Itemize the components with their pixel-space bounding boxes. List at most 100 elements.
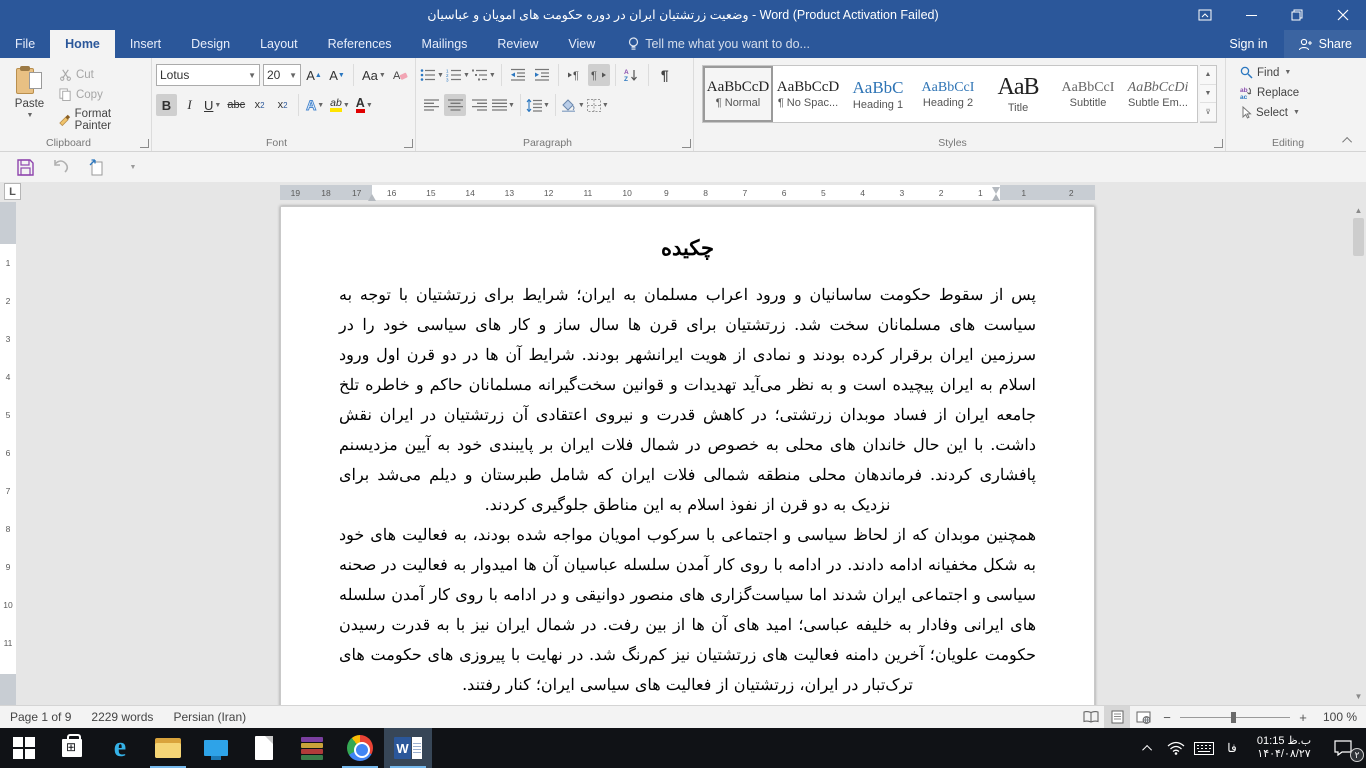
taskbar-this-pc[interactable] <box>192 728 240 768</box>
font-color-button[interactable]: A▼ <box>354 94 375 116</box>
page-content[interactable]: چکیده پس از سقوط حکومت ساسانیان و ورود ا… <box>281 207 1094 705</box>
borders-button[interactable]: ▼ <box>587 94 609 116</box>
shrink-font-button[interactable]: A▼ <box>327 64 347 86</box>
document-page[interactable]: چکیده پس از سقوط حکومت ساسانیان و ورود ا… <box>280 206 1095 705</box>
taskbar-word[interactable]: W <box>384 728 432 768</box>
save-button[interactable] <box>14 156 36 178</box>
collapse-ribbon-button[interactable] <box>1340 133 1356 147</box>
tab-design[interactable]: Design <box>176 30 245 58</box>
italic-button[interactable]: I <box>179 94 200 116</box>
restore-button[interactable] <box>1274 0 1320 30</box>
font-name-combo[interactable]: Lotus ▼ <box>156 64 260 86</box>
show-hide-formatting-button[interactable]: ¶ <box>654 64 676 86</box>
tab-stop-selector[interactable]: L <box>4 183 21 200</box>
style-title[interactable]: AaB Title <box>983 66 1053 122</box>
font-size-combo[interactable]: 20 ▼ <box>263 64 301 86</box>
cut-button[interactable]: Cut <box>55 66 147 83</box>
scrollbar-thumb[interactable] <box>1353 218 1364 256</box>
taskbar-store[interactable] <box>48 728 96 768</box>
document-paragraph[interactable]: همچنین موبدان که از لحاظ سیاسی و اجتماعی… <box>339 520 1036 700</box>
tab-layout[interactable]: Layout <box>245 30 313 58</box>
style-heading-2[interactable]: AaBbCcI Heading 2 <box>913 66 983 122</box>
style-normal[interactable]: AaBbCcD ¶ Normal <box>703 66 773 122</box>
numbering-button[interactable]: 123 ▼ <box>446 64 470 86</box>
taskbar-winrar[interactable] <box>288 728 336 768</box>
select-button[interactable]: Select ▼ <box>1236 104 1360 121</box>
format-painter-button[interactable]: Format Painter <box>55 106 147 134</box>
superscript-button[interactable]: x2 <box>272 94 293 116</box>
styles-scroll-up-button[interactable]: ▲ <box>1200 66 1216 85</box>
document-paragraph[interactable]: پس از سقوط حکومت ساسانیان و ورود اعراب م… <box>339 280 1036 520</box>
align-left-button[interactable] <box>420 94 442 116</box>
zoom-level[interactable]: 100 % <box>1314 710 1366 724</box>
style-subtitle[interactable]: AaBbCcI Subtitle <box>1053 66 1123 122</box>
taskbar-file-explorer[interactable] <box>144 728 192 768</box>
qat-customize-button[interactable]: ▼ <box>122 156 144 178</box>
subscript-button[interactable]: x2 <box>249 94 270 116</box>
indent-marker-right[interactable] <box>992 194 1000 201</box>
align-right-button[interactable] <box>468 94 490 116</box>
ribbon-display-options-button[interactable] <box>1182 0 1228 30</box>
justify-button[interactable]: ▼ <box>492 94 515 116</box>
minimize-button[interactable] <box>1228 0 1274 30</box>
multilevel-list-button[interactable]: ▼ <box>472 64 496 86</box>
share-button[interactable]: Share <box>1284 30 1366 58</box>
start-button[interactable] <box>0 728 48 768</box>
first-line-indent-marker[interactable] <box>992 187 1000 194</box>
language-indicator[interactable]: Persian (Iran) <box>163 706 256 729</box>
document-heading[interactable]: چکیده <box>339 235 1036 260</box>
underline-button[interactable]: U▼ <box>202 94 223 116</box>
shading-button[interactable]: ▼ <box>561 94 585 116</box>
word-count[interactable]: 2229 words <box>81 706 163 729</box>
tab-file[interactable]: File <box>0 30 50 58</box>
zoom-out-button[interactable]: − <box>1156 710 1178 725</box>
vertical-scrollbar[interactable]: ▲ ▼ <box>1351 202 1366 705</box>
tab-home[interactable]: Home <box>50 30 115 58</box>
read-mode-button[interactable] <box>1078 706 1104 729</box>
strikethrough-button[interactable]: abc <box>225 94 247 116</box>
increase-indent-button[interactable] <box>531 64 553 86</box>
styles-gallery-more-button[interactable]: ⊽ <box>1200 103 1216 122</box>
decrease-indent-button[interactable] <box>507 64 529 86</box>
tab-review[interactable]: Review <box>482 30 553 58</box>
copy-button[interactable]: Copy <box>55 86 147 103</box>
page-indicator[interactable]: Page 1 of 9 <box>0 706 81 729</box>
zoom-slider-thumb[interactable] <box>1231 712 1236 723</box>
bullets-button[interactable]: ▼ <box>420 64 444 86</box>
grow-font-button[interactable]: A▲ <box>304 64 324 86</box>
print-layout-button[interactable] <box>1104 706 1130 729</box>
tray-wifi[interactable] <box>1164 728 1188 768</box>
style-heading-1[interactable]: AaBbC Heading 1 <box>843 66 913 122</box>
tab-insert[interactable]: Insert <box>115 30 176 58</box>
ltr-direction-button[interactable]: ¶ <box>564 64 586 86</box>
horizontal-ruler[interactable]: 191817 16151413121110987654321 12 <box>280 185 1095 200</box>
taskbar-edge[interactable]: e <box>96 728 144 768</box>
styles-scroll-down-button[interactable]: ▼ <box>1200 85 1216 104</box>
paste-button[interactable]: Paste ▼ <box>4 62 55 135</box>
sign-in-button[interactable]: Sign in <box>1213 30 1283 58</box>
style-subtle-emphasis[interactable]: AaBbCcDi Subtle Em... <box>1123 66 1193 122</box>
scroll-down-button[interactable]: ▼ <box>1352 690 1365 703</box>
web-layout-button[interactable] <box>1130 706 1156 729</box>
tray-chevron-up[interactable] <box>1136 728 1160 768</box>
repeat-button[interactable] <box>86 156 108 178</box>
align-center-button[interactable] <box>444 94 466 116</box>
tab-references[interactable]: References <box>313 30 407 58</box>
tray-language-indicator[interactable]: فا <box>1220 728 1244 768</box>
paragraph-dialog-launcher[interactable] <box>682 139 691 148</box>
tab-view[interactable]: View <box>553 30 610 58</box>
styles-dialog-launcher[interactable] <box>1214 139 1223 148</box>
taskbar-notepad[interactable] <box>240 728 288 768</box>
close-button[interactable] <box>1320 0 1366 30</box>
tray-touch-keyboard[interactable] <box>1192 728 1216 768</box>
tab-mailings[interactable]: Mailings <box>407 30 483 58</box>
font-dialog-launcher[interactable] <box>404 139 413 148</box>
line-spacing-button[interactable]: ▼ <box>526 94 550 116</box>
clear-formatting-button[interactable]: A <box>391 64 411 86</box>
text-effects-button[interactable]: A▼ <box>304 94 326 116</box>
undo-button[interactable] <box>50 156 72 178</box>
bold-button[interactable]: B <box>156 94 177 116</box>
text-highlight-button[interactable]: ab▼ <box>328 94 352 116</box>
tell-me-box[interactable]: Tell me what you want to do... <box>628 30 810 58</box>
tray-clock[interactable]: ب.ظ 01:15 ۱۴۰۴/۰۸/۲۷ <box>1248 735 1320 761</box>
